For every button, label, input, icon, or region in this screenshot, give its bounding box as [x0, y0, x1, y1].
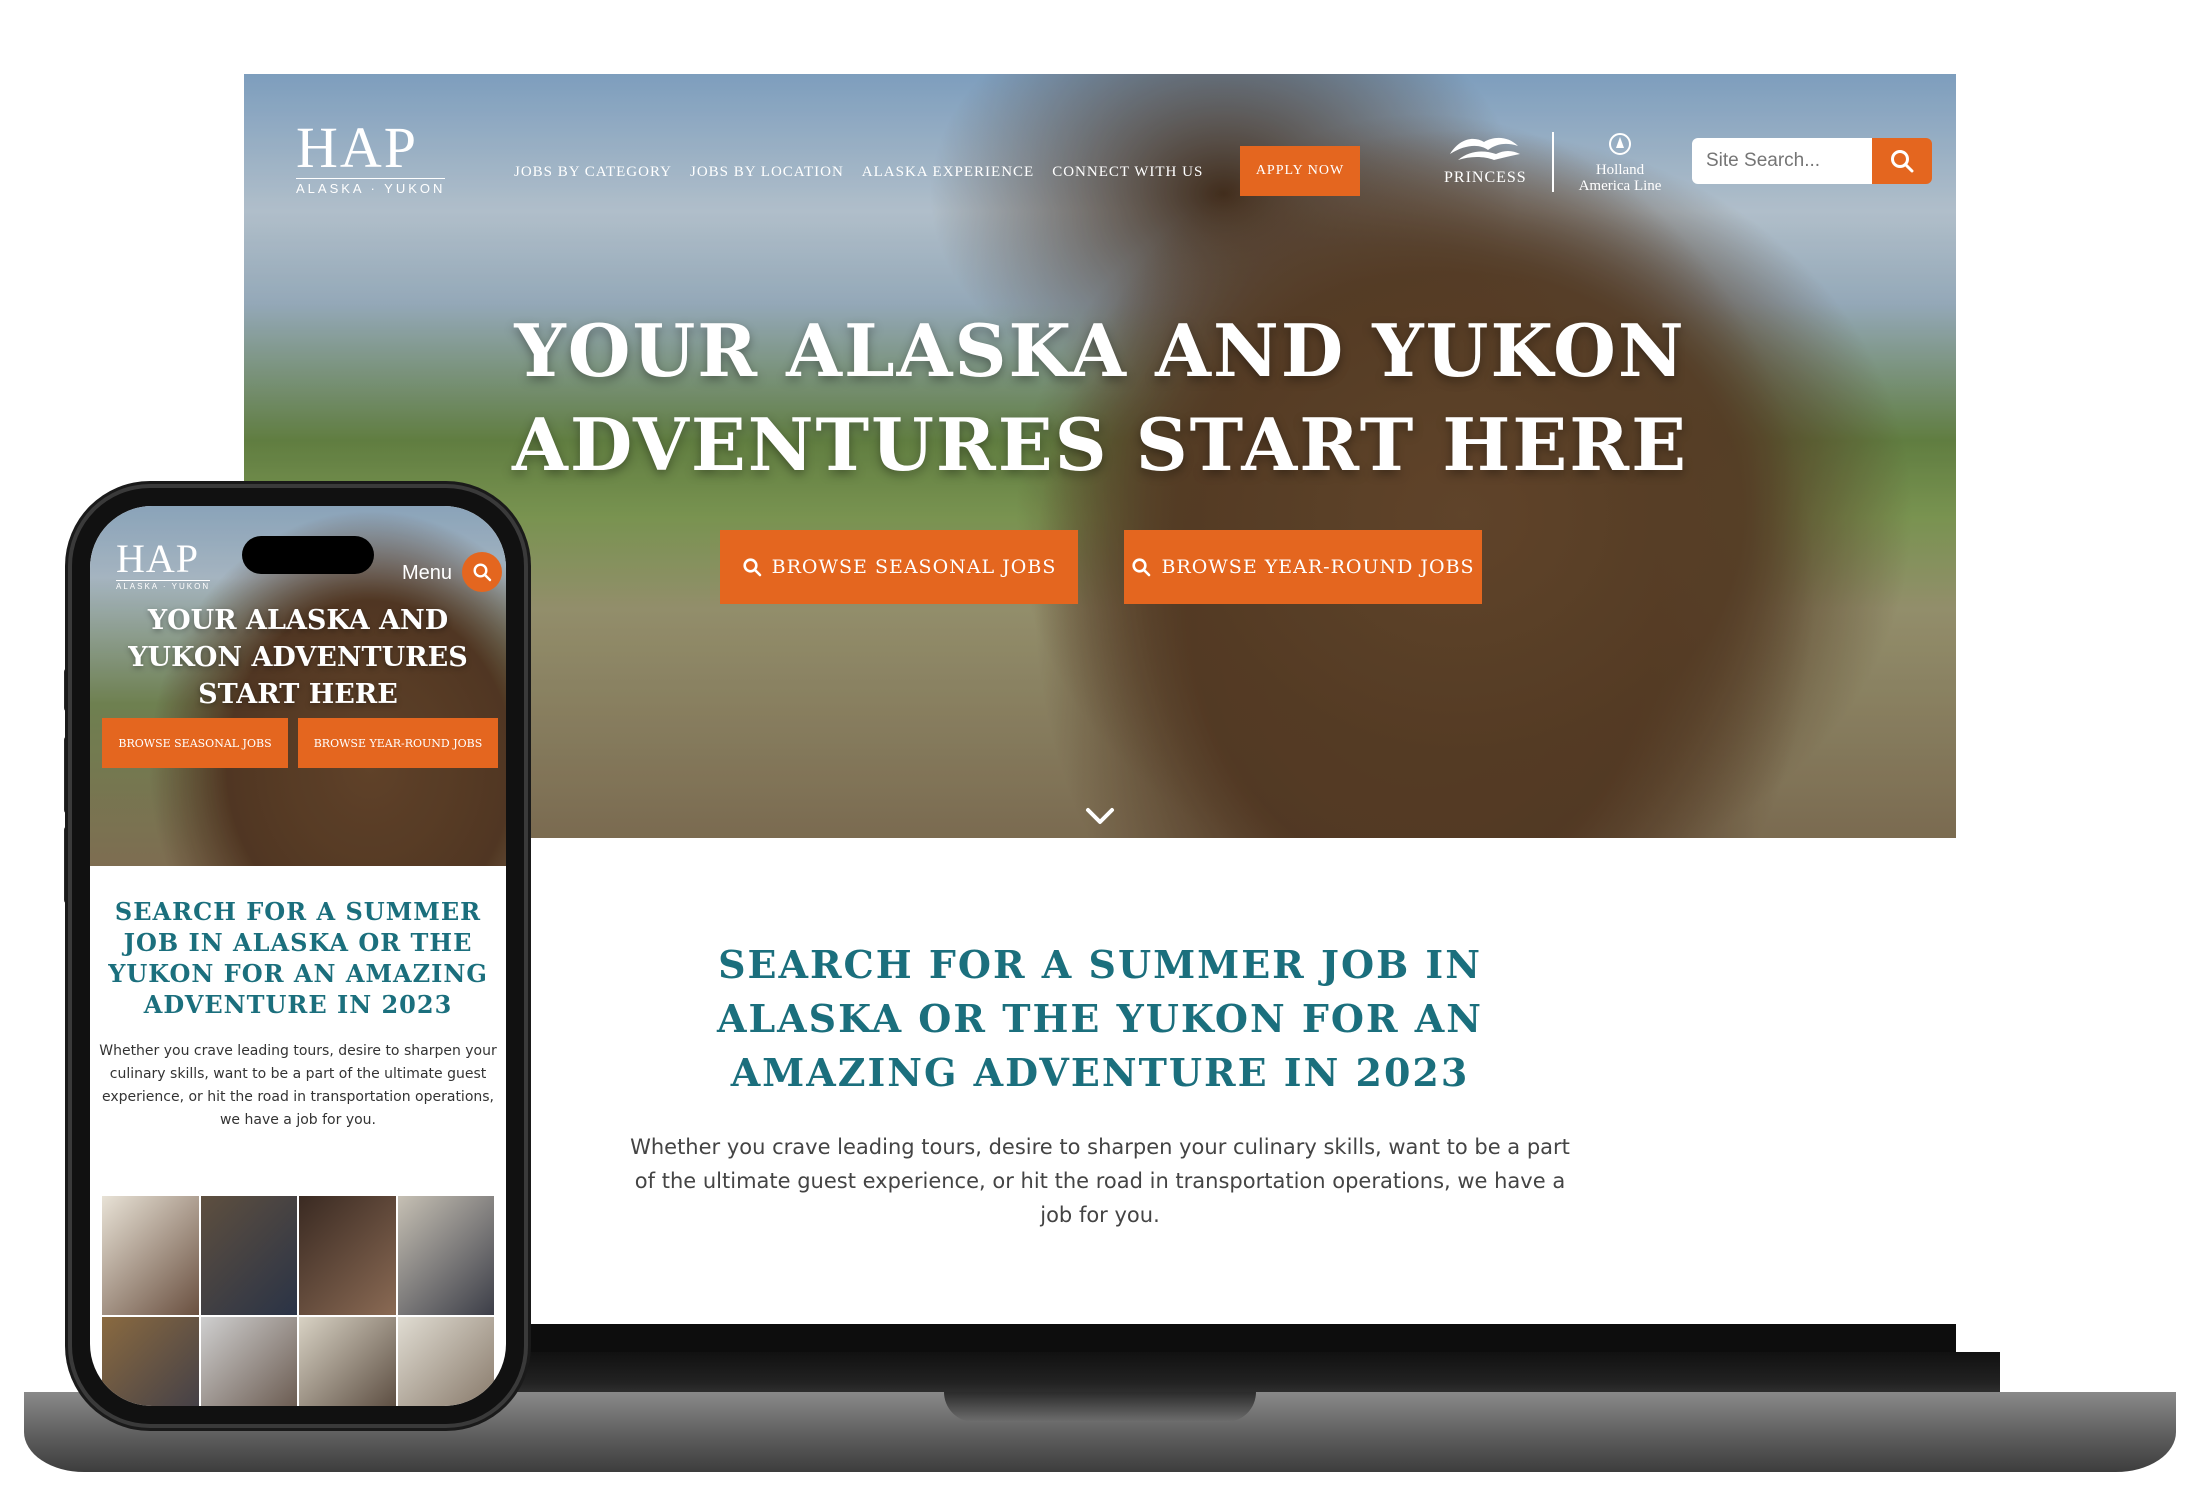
- hero-title-line1: YOUR ALASKA AND YUKON: [514, 308, 1686, 393]
- mobile-browse-seasonal-label: BROWSE SEASONAL JOBS: [118, 736, 272, 750]
- dynamic-island: [242, 536, 374, 574]
- collage-photo: [299, 1196, 396, 1315]
- nav-jobs-by-category[interactable]: JOBS BY CATEGORY: [514, 164, 672, 181]
- intro-text: Whether you crave leading tours, desire …: [630, 1135, 1570, 1227]
- collage-photo: [102, 1196, 199, 1315]
- laptop-notch: [944, 1392, 1256, 1422]
- mobile-photo-collage: [102, 1196, 494, 1406]
- collage-photo: [200, 1196, 297, 1315]
- mobile-logo[interactable]: HAP ALASKA · YUKON: [116, 536, 211, 591]
- nav-alaska-experience[interactable]: ALASKA EXPERIENCE: [862, 164, 1034, 181]
- holland-emblem-icon: [1609, 133, 1631, 155]
- logo-main: HAP: [296, 115, 419, 180]
- mobile-search-button[interactable]: [462, 552, 502, 592]
- mobile-hero-title: YOUR ALASKA AND YUKON ADVENTURES START H…: [128, 605, 468, 710]
- browse-year-round-label: BROWSE YEAR-ROUND JOBS: [1161, 556, 1475, 578]
- collage-photo: [102, 1317, 199, 1406]
- collage-photo: [397, 1196, 494, 1315]
- mobile-browse-seasonal-button[interactable]: BROWSE SEASONAL JOBS: [102, 718, 288, 768]
- collage-photo: [200, 1317, 297, 1406]
- site-search-input[interactable]: [1692, 138, 1872, 184]
- intro-title: SEARCH FOR A SUMMER JOB IN ALASKA OR THE…: [716, 942, 1484, 1095]
- search-icon: [743, 558, 761, 577]
- mobile-browse-year-round-label: BROWSE YEAR-ROUND JOBS: [313, 736, 483, 750]
- holland-line1: Holland: [1595, 162, 1645, 178]
- nav-connect-with-us[interactable]: CONNECT WITH US: [1052, 164, 1203, 181]
- logo-sub: ALASKA · YUKON: [296, 178, 446, 196]
- phone-device: HAP ALASKA · YUKON Menu YOUR ALASKA AND …: [72, 488, 524, 1424]
- nav-jobs-by-location[interactable]: JOBS BY LOCATION: [690, 164, 844, 181]
- princess-label: PRINCESS: [1444, 169, 1527, 186]
- collage-photo: [397, 1317, 494, 1406]
- mobile-logo-sub: ALASKA · YUKON: [116, 580, 211, 591]
- hero-title: YOUR ALASKA AND YUKON ADVENTURES START H…: [244, 304, 1956, 492]
- princess-logo[interactable]: PRINCESS: [1444, 132, 1527, 187]
- browse-seasonal-label: BROWSE SEASONAL JOBS: [771, 556, 1057, 578]
- mobile-intro-title: SEARCH FOR A SUMMER JOB IN ALASKA OR THE…: [108, 897, 488, 1019]
- search-icon: [1132, 558, 1151, 577]
- site-logo[interactable]: HAP ALASKA · YUKON: [296, 115, 446, 196]
- mobile-browse-year-round-button[interactable]: BROWSE YEAR-ROUND JOBS: [298, 718, 498, 768]
- mobile-logo-main: HAP: [116, 536, 200, 581]
- mobile-hero: HAP ALASKA · YUKON Menu YOUR ALASKA AND …: [90, 506, 506, 866]
- site-search-button[interactable]: [1872, 138, 1932, 184]
- brand-divider: [1552, 132, 1554, 192]
- browse-seasonal-jobs-button[interactable]: BROWSE SEASONAL JOBS: [720, 530, 1078, 604]
- holland-line2: America Line: [1578, 178, 1662, 194]
- princess-wave-icon: [1450, 137, 1520, 160]
- site-search: [1692, 138, 1932, 184]
- phone-screen: HAP ALASKA · YUKON Menu YOUR ALASKA AND …: [90, 506, 506, 1406]
- mobile-intro-text: Whether you crave leading tours, desire …: [99, 1043, 497, 1128]
- apply-now-button[interactable]: APPLY NOW: [1240, 146, 1360, 196]
- chevron-down-icon[interactable]: [1084, 804, 1116, 828]
- mobile-menu-label[interactable]: Menu: [402, 562, 452, 585]
- collage-photo: [299, 1317, 396, 1406]
- browse-year-round-jobs-button[interactable]: BROWSE YEAR-ROUND JOBS: [1124, 530, 1482, 604]
- holland-america-logo[interactable]: Holland America Line: [1570, 132, 1670, 194]
- search-icon: [1891, 150, 1914, 173]
- search-icon: [473, 563, 492, 582]
- hero-title-line2: ADVENTURES START HERE: [511, 402, 1689, 487]
- main-nav: JOBS BY CATEGORY JOBS BY LOCATION ALASKA…: [514, 164, 1203, 181]
